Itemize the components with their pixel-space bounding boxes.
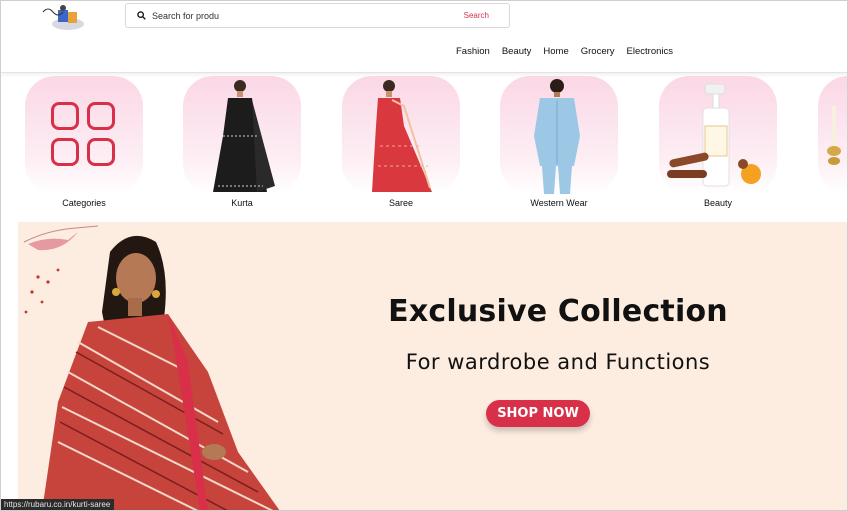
nav-electronics[interactable]: Electronics xyxy=(627,46,673,57)
search-icon xyxy=(132,7,150,25)
category-item-beauty[interactable]: Beauty xyxy=(659,76,777,208)
nav-home[interactable]: Home xyxy=(543,46,568,57)
site-logo[interactable] xyxy=(40,4,88,30)
nav-grocery[interactable]: Grocery xyxy=(581,46,615,57)
category-label: Kurta xyxy=(231,198,253,208)
category-image-western-wear xyxy=(500,76,618,194)
category-image-beauty xyxy=(659,76,777,194)
nav-beauty[interactable]: Beauty xyxy=(502,46,532,57)
category-image-kurta xyxy=(183,76,301,194)
category-item-partial[interactable] xyxy=(818,76,848,194)
browser-status-url: https://rubaru.co.in/kurti-saree xyxy=(0,499,115,511)
category-image-home xyxy=(818,76,848,194)
category-label: Beauty xyxy=(703,198,733,208)
shop-now-button[interactable]: SHOP NOW xyxy=(486,400,590,427)
banner-subtitle: For wardrobe and Functions xyxy=(405,350,711,374)
category-label: Saree xyxy=(388,198,414,208)
grid-icon xyxy=(51,102,119,170)
search-bar: Search xyxy=(125,3,510,28)
category-label: Categories xyxy=(62,198,106,208)
category-item-saree[interactable]: Saree xyxy=(342,76,460,208)
nav-fashion[interactable]: Fashion xyxy=(456,46,490,57)
main-nav: Fashion Beauty Home Grocery Electronics xyxy=(456,46,673,57)
category-tile xyxy=(25,76,143,194)
category-item-categories[interactable]: Categories xyxy=(25,76,143,208)
search-input[interactable] xyxy=(150,5,458,26)
category-item-western-wear[interactable]: Western Wear xyxy=(500,76,618,208)
category-item-kurta[interactable]: Kurta xyxy=(183,76,301,208)
category-image-saree xyxy=(342,76,460,194)
category-label: Western Wear xyxy=(530,198,588,208)
search-button[interactable]: Search xyxy=(458,10,495,21)
site-header: Search Fashion Beauty Home Grocery Elect… xyxy=(0,0,848,73)
banner-title: Exclusive Collection xyxy=(388,294,728,329)
category-strip: Categories Kurta Saree Western Wear Beau… xyxy=(0,72,848,220)
hero-banner[interactable]: Exclusive Collection For wardrobe and Fu… xyxy=(18,222,848,511)
